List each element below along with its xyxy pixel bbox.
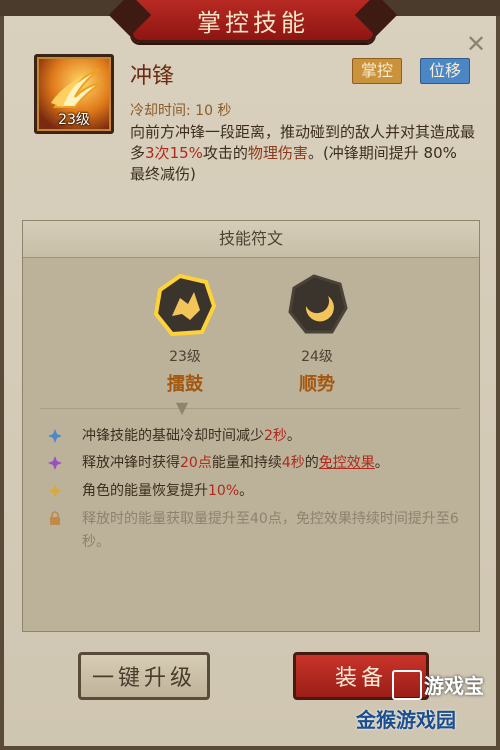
effect-3-b: 10% (208, 483, 240, 499)
effect-3-a: 角色的能量恢复提升 (82, 483, 208, 499)
effect-2-e: 的 (304, 455, 319, 471)
watermark-line-2: 金猴游戏园 (356, 708, 456, 732)
rune-momentum-name: 顺势 (299, 374, 335, 395)
crescent-rune-icon (288, 274, 348, 334)
tag-control: 掌控 (352, 58, 403, 84)
desc-percent: 15% (169, 144, 203, 162)
flame-icon (51, 68, 102, 108)
desc-part2: 攻击的 (202, 144, 248, 162)
rune-momentum-level: 24级 (301, 349, 333, 365)
divider (40, 408, 460, 409)
rune-drum-name: 擂鼓 (167, 374, 203, 395)
drum-rune-icon (153, 273, 217, 337)
effect-2-g: 。 (374, 455, 389, 471)
rune-effect-1: 冲锋技能的基础冷却时间减少2秒。 (48, 425, 468, 448)
skill-description: 向前方冲锋一段距离，推动碰到的敌人并对其造成最多3次15%攻击的物理伤害。(冲锋… (130, 122, 475, 185)
rune-drum[interactable] (150, 270, 220, 340)
rune-drum-level: 23级 (169, 349, 201, 365)
yellow-diamond-icon (48, 484, 62, 498)
skill-level: 23级 (58, 112, 90, 128)
upgrade-button[interactable]: 一键升级 (78, 652, 210, 700)
rune-effect-2: 释放冲锋时获得20点能量和持续4秒的免控效果。 (48, 452, 468, 475)
effect-2-d: 4秒 (281, 455, 305, 471)
skill-name: 冲锋 (130, 64, 175, 89)
rune-effect-3: 角色的能量恢复提升10%。 (48, 480, 468, 503)
rune-momentum[interactable] (282, 270, 352, 340)
watermark-logo-icon (392, 670, 422, 700)
effect-3-c: 。 (239, 483, 254, 499)
purple-diamond-icon (48, 456, 62, 470)
chevron-down-icon: ▼ (175, 398, 189, 417)
close-icon[interactable]: ✕ (464, 32, 488, 56)
effect-1-a: 冲锋技能的基础冷却时间减少 (82, 428, 264, 444)
effect-2-b: 20点 (180, 455, 212, 471)
dialog-title-text: 掌控技能 (197, 8, 309, 37)
watermark-line-1: 游戏宝 (424, 674, 484, 698)
effect-2-c: 能量和持续 (211, 455, 282, 471)
effect-2-link[interactable]: 免控效果 (319, 455, 375, 471)
effect-1-c: 。 (286, 428, 301, 444)
blue-diamond-icon (48, 429, 62, 443)
rune-effect-4-locked: 释放时的能量获取量提升至40点，免控效果持续时间提升至6秒。 (48, 508, 468, 554)
charge-skill-icon: 23级 (34, 54, 114, 134)
cooldown-text: 冷却时间: 10 秒 (130, 103, 232, 119)
equip-button-label: 装备 (334, 666, 387, 691)
effect-1-b: 2秒 (264, 428, 287, 444)
upgrade-button-label: 一键升级 (91, 666, 196, 691)
tag-displacement: 位移 (420, 58, 471, 84)
effect-2-a: 释放冲锋时获得 (82, 455, 180, 471)
desc-hits: 3次 (145, 144, 170, 162)
desc-damage-type: 物理伤害 (247, 144, 308, 162)
rune-panel-heading: 技能符文 (23, 221, 479, 258)
dialog-title: 掌控技能 (130, 0, 376, 43)
effect-4-text: 释放时的能量获取量提升至40点，免控效果持续时间提升至6秒。 (82, 511, 459, 550)
lock-icon (50, 511, 60, 525)
